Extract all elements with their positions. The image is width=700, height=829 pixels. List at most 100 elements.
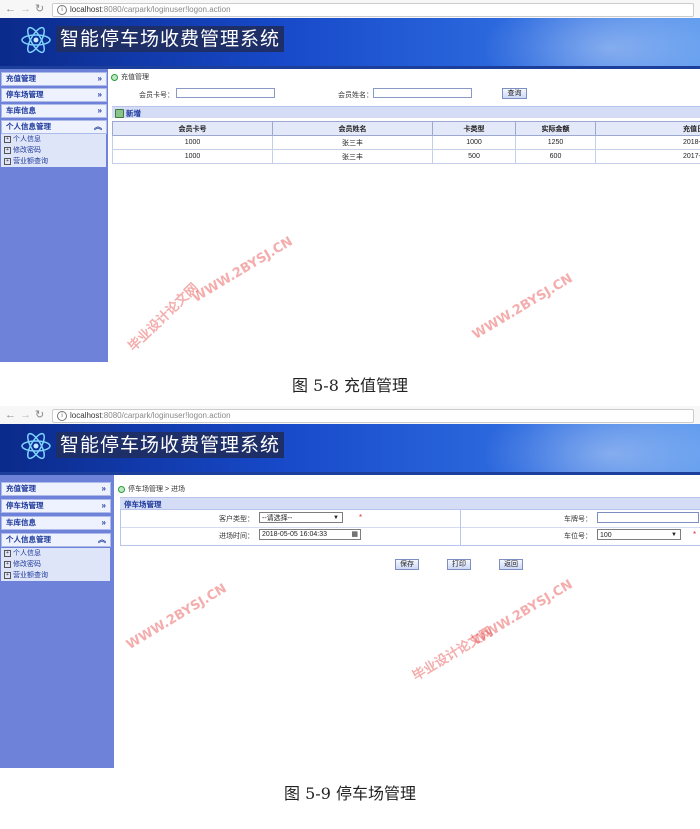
table-cell: 2018-03- <box>595 135 700 150</box>
breadcrumb: 充值管理 <box>111 72 149 82</box>
atom-logo-icon <box>21 26 51 54</box>
reload-icon[interactable]: ↻ <box>35 3 44 15</box>
submenu-item-label: 修改密码 <box>13 147 41 154</box>
plus-box-icon: + <box>4 135 11 143</box>
screenshot-recharge: ← → ↻ i localhost:8080/carpark/loginuser!… <box>0 0 700 362</box>
sidebar-item-recharge[interactable]: 充值管理 » <box>1 482 111 496</box>
column-header: 实际金额 <box>515 121 596 136</box>
reload-icon[interactable]: ↻ <box>35 409 44 421</box>
forward-arrow-icon[interactable]: → <box>20 3 31 15</box>
table-cell: 张三丰 <box>272 149 433 164</box>
submenu-item-label: 营业额查询 <box>13 158 48 165</box>
column-header: 会员姓名 <box>272 121 433 136</box>
customer-type-select[interactable]: --请选择-- ▼ <box>259 512 343 523</box>
plus-box-icon: + <box>4 157 11 165</box>
double-chevron-right-icon: » <box>101 484 106 493</box>
submenu-item-revenue[interactable]: + 营业额查询 <box>1 156 106 167</box>
required-marker: * <box>693 530 697 539</box>
atom-logo-icon <box>21 432 51 460</box>
table-row[interactable]: 1000 张三丰 1000 1250 2018-03- <box>112 135 700 150</box>
sidebar: 充值管理 » 停车场管理 » 车库信息 » 个人信息管理 ︽ + 个人信息 + 修改… <box>0 475 114 768</box>
submenu-item-revenue[interactable]: + 营业额查询 <box>1 570 110 581</box>
submenu-item-password[interactable]: + 修改密码 <box>1 559 110 570</box>
sidebar-item-label: 停车场管理 <box>6 90 44 99</box>
submenu-item-profile[interactable]: + 个人信息 <box>1 134 106 145</box>
column-header: 卡类型 <box>432 121 516 136</box>
sidebar-item-garage[interactable]: 车库信息 » <box>1 516 111 530</box>
breadcrumb-text: 充值管理 <box>121 74 149 81</box>
back-button[interactable]: 返回 <box>499 559 523 570</box>
double-chevron-right-icon: » <box>97 106 102 115</box>
member-name-input[interactable] <box>373 88 472 98</box>
green-dot-icon <box>111 73 118 81</box>
table-row[interactable]: 1000 张三丰 500 600 2017-12- <box>112 149 700 164</box>
address-bar[interactable]: i localhost:8080/carpark/loginuser!logon.… <box>52 409 694 423</box>
section-header: 停车场管理 <box>120 497 700 509</box>
sidebar-item-label: 充值管理 <box>6 484 36 493</box>
required-marker: * <box>359 513 363 522</box>
sidebar-item-label: 个人信息管理 <box>6 535 51 544</box>
dropdown-caret-icon: ▼ <box>333 515 339 521</box>
sidebar-item-parking[interactable]: 停车场管理 » <box>1 499 111 513</box>
sidebar-item-label: 车库信息 <box>6 518 36 527</box>
main-content: 充值管理 会员卡号： 会员姓名： 查询 新增 会员卡号 会员姓名 卡类型 实际金… <box>108 69 700 362</box>
calendar-icon[interactable]: ▦ <box>351 530 358 540</box>
app-title: 智能停车场收费管理系统 <box>56 432 285 458</box>
submenu-item-password[interactable]: + 修改密码 <box>1 145 106 156</box>
table-cell: 1000 <box>112 149 273 164</box>
plate-input[interactable] <box>597 512 699 523</box>
sidebar-item-parking[interactable]: 停车场管理 » <box>1 88 107 102</box>
table-header-row: 会员卡号 会员姓名 卡类型 实际金额 充值日期 <box>112 121 700 136</box>
toolbar: 新增 <box>112 106 700 118</box>
info-icon[interactable]: i <box>57 5 67 15</box>
entry-form: 客户类型： --请选择-- ▼ * 车牌号： 进场时间： 2018-05-05 … <box>120 509 700 546</box>
column-header: 会员卡号 <box>112 121 273 136</box>
figure-caption: 图 5-8 充值管理 <box>292 376 408 395</box>
browser-toolbar: ← → ↻ i localhost:8080/carpark/loginuser!… <box>0 406 700 425</box>
url-path: :8080/carpark/loginuser!logon.action <box>101 411 231 420</box>
entry-time-input[interactable]: 2018-05-05 16:04:33 ▦ <box>259 529 361 540</box>
sidebar-item-label: 充值管理 <box>6 74 36 83</box>
figure-caption: 图 5-9 停车场管理 <box>284 784 416 803</box>
double-chevron-up-icon: ︽ <box>94 122 102 131</box>
table-cell: 1000 <box>112 135 273 150</box>
double-chevron-right-icon: » <box>97 74 102 83</box>
table-cell: 500 <box>432 149 516 164</box>
space-value: 100 <box>600 532 612 539</box>
submenu-item-label: 个人信息 <box>13 136 41 143</box>
breadcrumb: 停车场管理 > 进场 <box>118 484 185 494</box>
print-button[interactable]: 打印 <box>447 559 471 570</box>
address-bar[interactable]: i localhost:8080/carpark/loginuser!logon.… <box>52 3 694 17</box>
sidebar-item-recharge[interactable]: 充值管理 » <box>1 72 107 86</box>
submenu-item-profile[interactable]: + 个人信息 <box>1 548 110 559</box>
add-doc-icon <box>115 109 124 118</box>
search-button[interactable]: 查询 <box>502 88 527 99</box>
green-dot-icon <box>118 485 125 493</box>
header-banner: 智能停车场收费管理系统 <box>0 424 700 472</box>
card-no-label: 会员卡号： <box>139 92 174 99</box>
url-host: localhost <box>70 411 102 420</box>
breadcrumb-text: 停车场管理 > 进场 <box>128 486 185 493</box>
back-arrow-icon[interactable]: ← <box>5 409 16 421</box>
forward-arrow-icon[interactable]: → <box>20 409 31 421</box>
sidebar-item-label: 车库信息 <box>6 106 36 115</box>
table-cell: 1000 <box>432 135 516 150</box>
info-icon[interactable]: i <box>57 411 67 421</box>
table-cell: 600 <box>515 149 596 164</box>
sidebar-item-personal[interactable]: 个人信息管理 ︽ <box>1 533 111 547</box>
double-chevron-right-icon: » <box>97 90 102 99</box>
sidebar-item-personal[interactable]: 个人信息管理 ︽ <box>1 120 107 134</box>
banner-glow <box>480 18 700 66</box>
add-button[interactable]: 新增 <box>126 108 141 119</box>
banner-glow <box>480 424 700 472</box>
sidebar-item-garage[interactable]: 车库信息 » <box>1 104 107 118</box>
back-arrow-icon[interactable]: ← <box>5 3 16 15</box>
space-select[interactable]: 100 ▼ <box>597 529 681 540</box>
submenu-personal: + 个人信息 + 修改密码 + 营业额查询 <box>1 134 106 167</box>
double-chevron-right-icon: » <box>101 501 106 510</box>
screenshot-parking: ← → ↻ i localhost:8080/carpark/loginuser!… <box>0 406 700 768</box>
sidebar-item-label: 个人信息管理 <box>6 122 51 131</box>
table-cell: 1250 <box>515 135 596 150</box>
save-button[interactable]: 保存 <box>395 559 419 570</box>
card-no-input[interactable] <box>176 88 275 98</box>
